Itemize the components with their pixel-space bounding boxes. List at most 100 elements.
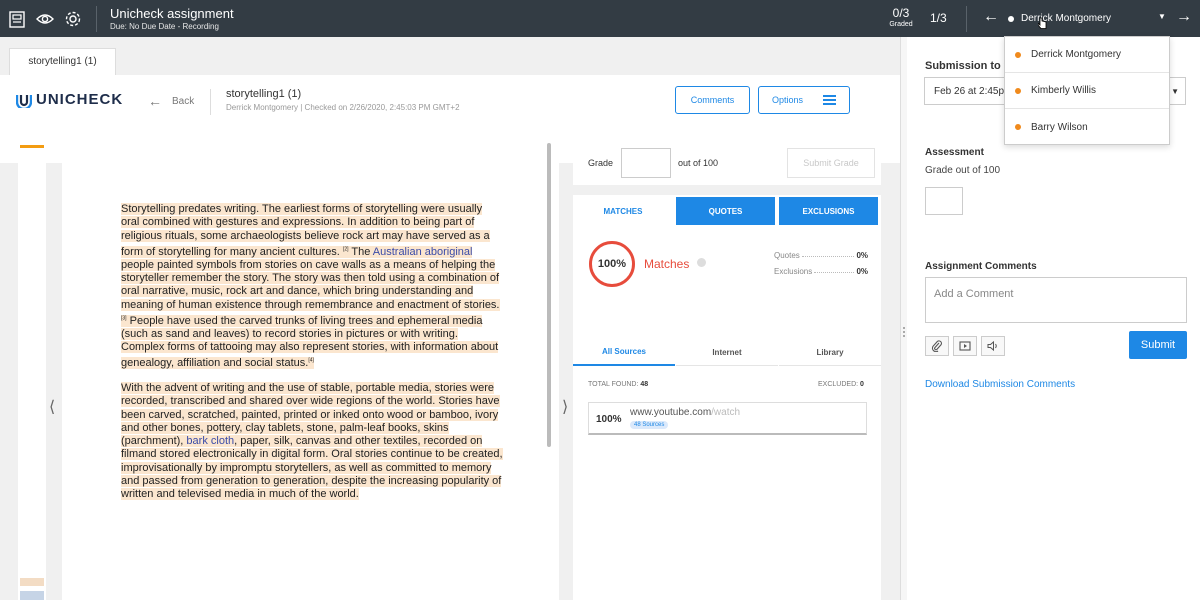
graded-count: 0/3 — [892, 6, 910, 20]
document-paragraph: Storytelling predates writing. The earli… — [121, 203, 503, 371]
status-dot — [1015, 124, 1021, 130]
gear-icon[interactable] — [63, 9, 83, 29]
student-option-label: Kimberly Willis — [1031, 85, 1096, 96]
top-bar: Unicheck assignment Due: No Due Date - R… — [0, 0, 1200, 37]
document-meta: Derrick Montgomery | Checked on 2/26/202… — [226, 103, 460, 112]
options-label: Options — [771, 95, 804, 105]
total-found: TOTAL FOUND: 48 — [588, 381, 648, 388]
back-label: Back — [172, 95, 195, 107]
sidebar-grade-input[interactable] — [925, 187, 963, 215]
assessment-heading: Assessment — [925, 147, 984, 158]
source-url: www.youtube.com/watch — [630, 407, 740, 418]
divider — [96, 6, 97, 32]
arrow-left-icon[interactable]: ← — [983, 8, 999, 26]
unicheck-logo: UNICHECK — [16, 91, 123, 108]
divider — [210, 89, 211, 115]
submit-grade-button[interactable]: Submit Grade — [787, 148, 875, 178]
tab-exclusions[interactable]: EXCLUSIONS — [779, 197, 878, 225]
grade-out-of: out of 100 — [678, 158, 719, 168]
document-link[interactable]: Australian aboriginal — [373, 246, 473, 258]
arrow-left-icon: ← — [148, 93, 162, 109]
excluded-label: EXCLUDED: — [818, 381, 859, 388]
status-dot — [1008, 15, 1014, 22]
student-selector[interactable]: Derrick Montgomery — [1008, 13, 1111, 24]
assignment-subtitle: Due: No Due Date - Recording — [110, 22, 219, 31]
submit-comment-button[interactable]: Submit — [1129, 331, 1187, 359]
document-text: The — [348, 245, 373, 258]
arrow-right-icon[interactable]: → — [1176, 8, 1192, 26]
document-link[interactable]: bark cloth — [186, 435, 234, 447]
source-count-badge: 48 Sources — [630, 421, 669, 429]
similarity-report: MATCHES QUOTES EXCLUSIONS 100% Matches Q… — [573, 195, 881, 600]
graded-label: Graded — [889, 21, 913, 28]
page-thumbnail[interactable] — [20, 578, 44, 586]
matches-label: Matches — [644, 257, 690, 271]
tab-internet[interactable]: Internet — [676, 339, 778, 366]
paperclip-icon[interactable] — [925, 336, 949, 356]
tab-document[interactable]: storytelling1 (1) — [9, 48, 116, 75]
student-option-label: Barry Wilson — [1031, 121, 1088, 133]
source-match-percent: 100% — [596, 414, 622, 425]
comment-textarea[interactable]: Add a Comment — [925, 277, 1187, 323]
excluded-value: 0 — [860, 381, 864, 388]
page-thumbnail[interactable] — [20, 591, 44, 600]
tab-library[interactable]: Library — [779, 339, 881, 366]
total-found-value: 48 — [640, 381, 649, 388]
info-icon[interactable] — [697, 258, 706, 267]
tab-quotes[interactable]: QUOTES — [676, 197, 775, 225]
quotes-stat: Quotes 0% — [774, 251, 868, 260]
chevron-down-icon: ▼ — [1171, 87, 1179, 96]
unicheck-logo-icon — [16, 94, 32, 108]
exclusions-label: Exclusions — [774, 267, 813, 276]
matched-text-highlight[interactable]: With the advent of writing and the use o… — [121, 382, 503, 501]
chevron-down-icon[interactable]: ▼ — [1158, 12, 1166, 21]
quotes-label: Quotes — [774, 251, 800, 260]
document-scrollbar[interactable] — [547, 143, 551, 447]
graded-counter: 0/3 Graded — [886, 6, 916, 28]
submission-date: Feb 26 at 2:45p — [934, 86, 1005, 97]
hand-cursor-icon — [1038, 17, 1047, 29]
student-position: 1/3 — [930, 11, 947, 25]
audio-icon[interactable] — [981, 336, 1005, 356]
tab-matches[interactable]: MATCHES — [573, 197, 673, 225]
comments-button[interactable]: Comments — [675, 86, 750, 114]
citation-marker: [4] — [308, 357, 314, 364]
download-comments-link[interactable]: Download Submission Comments — [925, 379, 1075, 390]
exclusions-stat: Exclusions 0% — [774, 267, 868, 276]
grade-out-of-label: Grade out of 100 — [925, 165, 1001, 176]
excluded-count: EXCLUDED: 0 — [818, 381, 864, 388]
document-text: people painted symbols from stories on c… — [121, 258, 500, 311]
submission-label: Submission to v — [925, 60, 1010, 72]
source-domain: www.youtube.com — [630, 407, 712, 418]
document-paragraph: With the advent of writing and the use o… — [121, 382, 503, 502]
student-option-label: Derrick Montgomery — [1031, 49, 1122, 60]
page-thumbnails[interactable] — [18, 141, 46, 600]
match-marker — [20, 145, 44, 148]
student-dropdown: Derrick Montgomery Kimberly Willis Barry… — [1004, 36, 1170, 145]
options-button[interactable]: Options — [758, 86, 850, 114]
eye-icon[interactable] — [35, 9, 55, 29]
chevron-right-icon[interactable]: ⟩ — [562, 397, 568, 417]
status-dot — [1015, 87, 1021, 94]
student-option[interactable]: Kimberly Willis — [1005, 73, 1169, 109]
quotes-value: 0% — [856, 251, 868, 260]
matched-text-highlight[interactable]: Storytelling predates writing. The earli… — [121, 203, 500, 370]
video-icon[interactable] — [953, 336, 977, 356]
chevron-left-icon[interactable]: ⟨ — [49, 397, 55, 417]
total-found-label: TOTAL FOUND: — [588, 381, 639, 388]
student-option[interactable]: Barry Wilson — [1005, 109, 1169, 145]
grade-input[interactable] — [621, 148, 671, 178]
logo-text: UNICHECK — [36, 91, 124, 108]
back-button[interactable]: ← Back — [148, 93, 194, 109]
document-page: Storytelling predates writing. The earli… — [62, 139, 559, 600]
tab-all-sources[interactable]: All Sources — [573, 339, 675, 366]
source-item[interactable]: 100% www.youtube.com/watch 48 Sources — [588, 402, 867, 435]
grade-label: Grade — [588, 158, 614, 168]
status-dot — [1015, 51, 1021, 58]
assignment-comments-heading: Assignment Comments — [925, 261, 1037, 272]
rubric-icon[interactable] — [7, 9, 27, 29]
similarity-score: 100% — [589, 241, 635, 287]
source-path: /watch — [711, 407, 741, 418]
panel-resize-handle[interactable] — [900, 37, 907, 600]
student-option[interactable]: Derrick Montgomery — [1005, 37, 1169, 73]
